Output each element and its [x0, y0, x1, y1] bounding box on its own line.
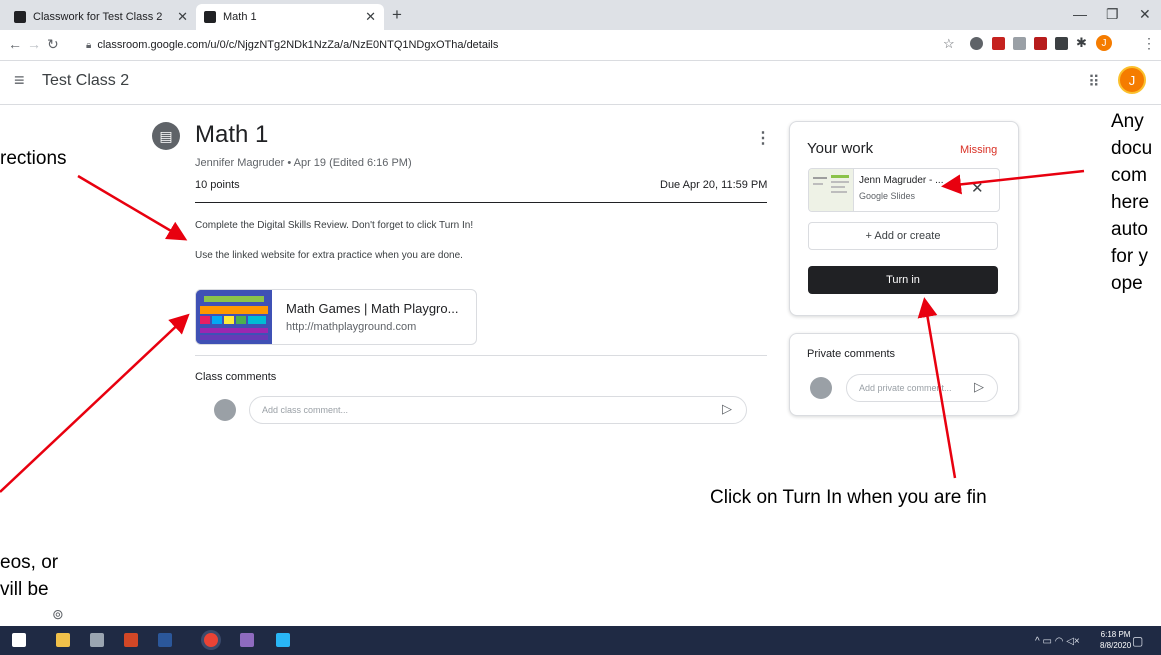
- photos-icon[interactable]: [276, 633, 290, 647]
- arrow-to-link: [0, 313, 190, 493]
- class-comment-input[interactable]: Add class comment...: [249, 396, 747, 424]
- arrow-to-instructions: [77, 174, 188, 241]
- assignment-icon: ▤: [152, 122, 180, 150]
- lock-icon: 🔒︎: [86, 39, 92, 51]
- tab-label: Math 1: [223, 11, 257, 23]
- clock-date: 8/8/2020: [1100, 641, 1132, 650]
- send-icon[interactable]: ▷: [722, 401, 732, 417]
- annotation-line: Any: [1111, 111, 1144, 132]
- remove-file-icon[interactable]: ✕: [971, 179, 984, 197]
- tab-classwork[interactable]: Classwork for Test Class 2 ✕: [6, 4, 196, 30]
- divider: [195, 355, 767, 356]
- account-avatar[interactable]: J: [1118, 66, 1146, 94]
- annotation-line: vill be: [0, 579, 49, 600]
- calculator-icon[interactable]: [90, 633, 104, 647]
- hamburger-menu-icon[interactable]: ≡: [14, 70, 25, 91]
- add-or-create-button[interactable]: + Add or create: [808, 222, 998, 250]
- new-tab-icon[interactable]: +: [392, 5, 402, 25]
- url-field[interactable]: 🔒︎ classroom.google.com/u/0/c/NjgzNTg2ND…: [86, 34, 926, 56]
- send-icon[interactable]: ▷: [974, 379, 984, 395]
- file-type: Google Slides: [859, 191, 916, 201]
- tab-label: Classwork for Test Class 2: [33, 11, 163, 23]
- profile-avatar[interactable]: J: [1096, 35, 1112, 51]
- bookmark-star-icon[interactable]: ☆: [943, 36, 955, 52]
- help-icon[interactable]: ⊚: [52, 606, 64, 623]
- class-name[interactable]: Test Class 2: [42, 72, 129, 90]
- link-thumbnail-art: [196, 290, 272, 344]
- annotation-directions: rections: [0, 148, 67, 169]
- browser-menu-icon[interactable]: ⋮: [1142, 35, 1156, 52]
- classroom-app-bar: [0, 60, 1161, 105]
- chrome-icon[interactable]: [204, 633, 218, 647]
- private-comments-label: Private comments: [807, 348, 896, 360]
- powerpoint-icon[interactable]: [124, 633, 138, 647]
- close-window-icon[interactable]: ✕: [1139, 6, 1151, 23]
- slides-thumbnail-art: [813, 175, 849, 193]
- more-options-icon[interactable]: ⋮: [755, 128, 771, 148]
- forward-icon[interactable]: →: [27, 36, 41, 52]
- extension-icon[interactable]: [1013, 37, 1026, 50]
- annotation-line: com: [1111, 165, 1147, 186]
- annotation-links: eos, or vill be: [0, 549, 58, 603]
- assignment-points: 10 points: [195, 179, 240, 191]
- slides-thumbnail: [809, 169, 854, 211]
- assignment-instructions-line: Use the linked website for extra practic…: [195, 250, 463, 261]
- extension-icon[interactable]: [970, 37, 983, 50]
- annotation-line: here: [1111, 192, 1150, 213]
- taskbar: [0, 626, 1161, 655]
- system-tray-icons[interactable]: ^ ▭ ◠ ◁×: [1035, 636, 1080, 647]
- classroom-favicon-icon: [204, 11, 216, 23]
- taskbar-clock[interactable]: 6:18 PM 8/8/2020: [1100, 629, 1131, 651]
- status-badge: Missing: [960, 144, 998, 156]
- annotation-turn-in: Click on Turn In when you are fin: [710, 487, 987, 508]
- annotation-line: for y: [1111, 246, 1148, 267]
- annotation-line: eos, or: [0, 552, 59, 573]
- extension-icon[interactable]: [1055, 37, 1068, 50]
- link-title: Math Games | Math Playgro...: [286, 301, 459, 316]
- url-text: classroom.google.com/u/0/c/NjgzNTg2NDk1N…: [97, 39, 499, 51]
- annotation-attached-docs: Any docu com here auto for y ope: [1111, 108, 1152, 297]
- your-work-label: Your work: [807, 140, 874, 157]
- user-avatar: [214, 399, 236, 421]
- extension-icon[interactable]: [1034, 37, 1047, 50]
- file-name: Jenn Magruder - ...: [859, 175, 944, 186]
- apps-grid-icon[interactable]: ⠿: [1088, 72, 1100, 92]
- extension-icon[interactable]: [992, 37, 1005, 50]
- attached-file-chip[interactable]: Jenn Magruder - ... Google Slides ✕: [808, 168, 1000, 212]
- word-icon[interactable]: [158, 633, 172, 647]
- windows-start-icon[interactable]: [12, 633, 26, 647]
- link-thumbnail: [196, 290, 272, 344]
- user-avatar: [810, 377, 832, 399]
- class-comments-label: Class comments: [195, 371, 277, 383]
- assignment-instructions-line: Complete the Digital Skills Review. Don'…: [195, 220, 474, 231]
- classroom-favicon-icon: [14, 11, 26, 23]
- link-attachment-card[interactable]: Math Games | Math Playgro... http://math…: [195, 289, 477, 345]
- assignment-meta: Jennifer Magruder • Apr 19 (Edited 6:16 …: [195, 157, 412, 169]
- paint-icon[interactable]: [240, 633, 254, 647]
- turn-in-button[interactable]: Turn in: [808, 266, 998, 294]
- annotation-line: auto: [1111, 219, 1148, 240]
- tab-math-1[interactable]: Math 1 ✕: [196, 4, 384, 30]
- assignment-due-date: Due Apr 20, 11:59 PM: [660, 179, 768, 191]
- file-explorer-icon[interactable]: [56, 633, 70, 647]
- back-icon[interactable]: ←: [8, 36, 22, 52]
- minimize-icon[interactable]: —: [1073, 6, 1087, 22]
- puzzle-extensions-icon[interactable]: ✱: [1076, 35, 1087, 51]
- maximize-icon[interactable]: ❐: [1106, 6, 1119, 23]
- annotation-line: ope: [1111, 273, 1143, 294]
- clock-time: 6:18 PM: [1100, 630, 1131, 639]
- divider: [195, 202, 767, 203]
- close-tab-icon[interactable]: ✕: [177, 9, 188, 25]
- link-url: http://mathplayground.com: [286, 321, 417, 333]
- annotation-line: docu: [1111, 138, 1153, 159]
- notification-icon[interactable]: ▢: [1132, 634, 1143, 648]
- reload-icon[interactable]: ↻: [47, 36, 59, 53]
- close-tab-icon[interactable]: ✕: [365, 9, 376, 25]
- assignment-title: Math 1: [195, 121, 269, 148]
